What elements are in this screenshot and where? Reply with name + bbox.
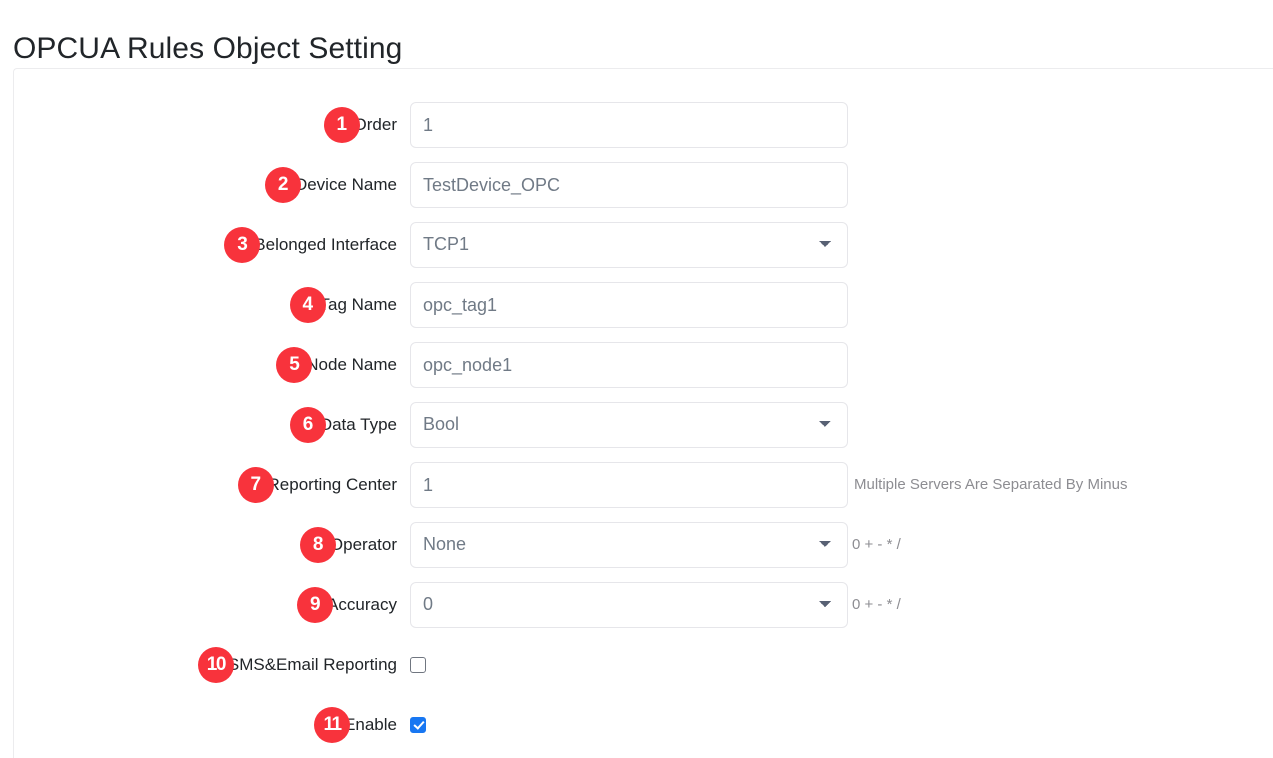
field-label-node-name: Node Name xyxy=(306,355,397,374)
control-group-order xyxy=(410,102,848,148)
label-group-device-name: 2 Device Name xyxy=(14,162,397,208)
step-badge-2: 2 xyxy=(264,167,301,203)
control-group-sms-and-email-reporting xyxy=(410,642,426,688)
control-group-tag-name xyxy=(410,282,848,328)
step-badge-9: 9 xyxy=(297,587,334,623)
label-group-belonged-interface: 3 Belonged Interface xyxy=(14,222,397,268)
field-label-order: Order xyxy=(353,115,397,134)
label-group-enable: 11 Enable xyxy=(14,702,397,748)
form-row-operator: 8 Operator None 0 + - * / xyxy=(14,522,1273,568)
belonged-interface-select[interactable]: TCP1 xyxy=(410,222,848,268)
operator-hint: 0 + - * / xyxy=(852,536,901,553)
data-type-select[interactable]: Bool xyxy=(410,402,848,448)
settings-card: 1Order 2Device Name 3Belonged Interface TCP… xyxy=(13,68,1273,758)
step-badge-8: 8 xyxy=(299,527,336,563)
step-badge-4: 4 xyxy=(289,287,326,323)
step-badge-7: 7 xyxy=(237,467,274,503)
form-row-data-type: 6 Data Type Bool xyxy=(14,402,1273,448)
label-group-node-name: 5 Node Name xyxy=(14,342,397,388)
label-group-reporting-center: 7 Reporting Center xyxy=(14,462,397,508)
label-group-data-type: 6 Data Type xyxy=(14,402,397,448)
label-group-order: 1 Order xyxy=(14,102,397,148)
node-name-input[interactable] xyxy=(410,342,848,388)
step-badge-1: 1 xyxy=(323,107,360,143)
label-group-sms-and-email-reporting: 10 SMS&Email Reporting xyxy=(14,642,397,688)
form-row-sms-and-email-reporting: 10 SMS&Email Reporting xyxy=(14,642,1273,688)
order-input[interactable] xyxy=(410,102,848,148)
control-group-reporting-center: Multiple Servers Are Separated By Minus xyxy=(410,462,1127,508)
label-group-accuracy: 9 Accuracy xyxy=(14,582,397,628)
reporting-center-hint: Multiple Servers Are Separated By Minus xyxy=(854,476,1128,493)
tag-name-input[interactable] xyxy=(410,282,848,328)
page-title: OPCUA Rules Object Setting xyxy=(13,32,403,66)
form-row-order: 1 Order xyxy=(14,102,1273,148)
accuracy-hint: 0 + - * / xyxy=(852,596,901,613)
operator-select[interactable]: None xyxy=(410,522,848,568)
device-name-input[interactable] xyxy=(410,162,848,208)
opcua-rules-object-setting-page: OPCUA Rules Object Setting 1Order 2Device… xyxy=(0,0,1273,758)
field-label-accuracy: Accuracy xyxy=(327,595,397,614)
form-row-reporting-center: 7Reporting Center Multiple Servers Are Se… xyxy=(14,462,1273,508)
control-group-belonged-interface: TCP1 xyxy=(410,222,848,268)
control-group-accuracy: 00 + - * / xyxy=(410,582,901,628)
step-badge-3: 3 xyxy=(224,227,261,263)
sms-and-email-reporting-checkbox[interactable] xyxy=(410,657,426,673)
field-label-belonged-interface: Belonged Interface xyxy=(254,235,397,254)
step-badge-10: 10 xyxy=(197,647,234,683)
field-label-device-name: Device Name xyxy=(294,175,397,194)
form-row-tag-name: 4 Tag Name xyxy=(14,282,1273,328)
enable-checkbox[interactable] xyxy=(410,717,426,733)
field-label-data-type: Data Type xyxy=(319,415,397,434)
control-group-node-name xyxy=(410,342,848,388)
control-group-enable xyxy=(410,702,426,748)
form-row-node-name: 5 Node Name xyxy=(14,342,1273,388)
form-row-enable: 11 Enable xyxy=(14,702,1273,748)
reporting-center-input[interactable] xyxy=(410,462,848,508)
control-group-device-name xyxy=(410,162,848,208)
field-label-operator: Operator xyxy=(329,535,397,554)
form-row-accuracy: 9 Accuracy 0 0 + - * / xyxy=(14,582,1273,628)
accuracy-select[interactable]: 0 xyxy=(410,582,848,628)
field-label-tag-name: Tag Name xyxy=(319,295,397,314)
label-group-operator: 8 Operator xyxy=(14,522,397,568)
step-badge-5: 5 xyxy=(276,347,313,383)
step-badge-6: 6 xyxy=(289,407,326,443)
step-badge-11: 11 xyxy=(314,707,351,743)
control-group-operator: None 0 + - * / xyxy=(410,522,901,568)
label-group-tag-name: 4 Tag Name xyxy=(14,282,397,328)
field-label-enable: Enable xyxy=(344,715,397,734)
field-label-sms-and-email-reporting: SMS&Email Reporting xyxy=(227,655,397,674)
control-group-data-type: Bool xyxy=(410,402,848,448)
form-row-device-name: 2 Device Name xyxy=(14,162,1273,208)
field-label-reporting-center: Reporting Center xyxy=(267,475,397,494)
form-row-belonged-interface: 3 Belonged Interface TCP1 xyxy=(14,222,1273,268)
